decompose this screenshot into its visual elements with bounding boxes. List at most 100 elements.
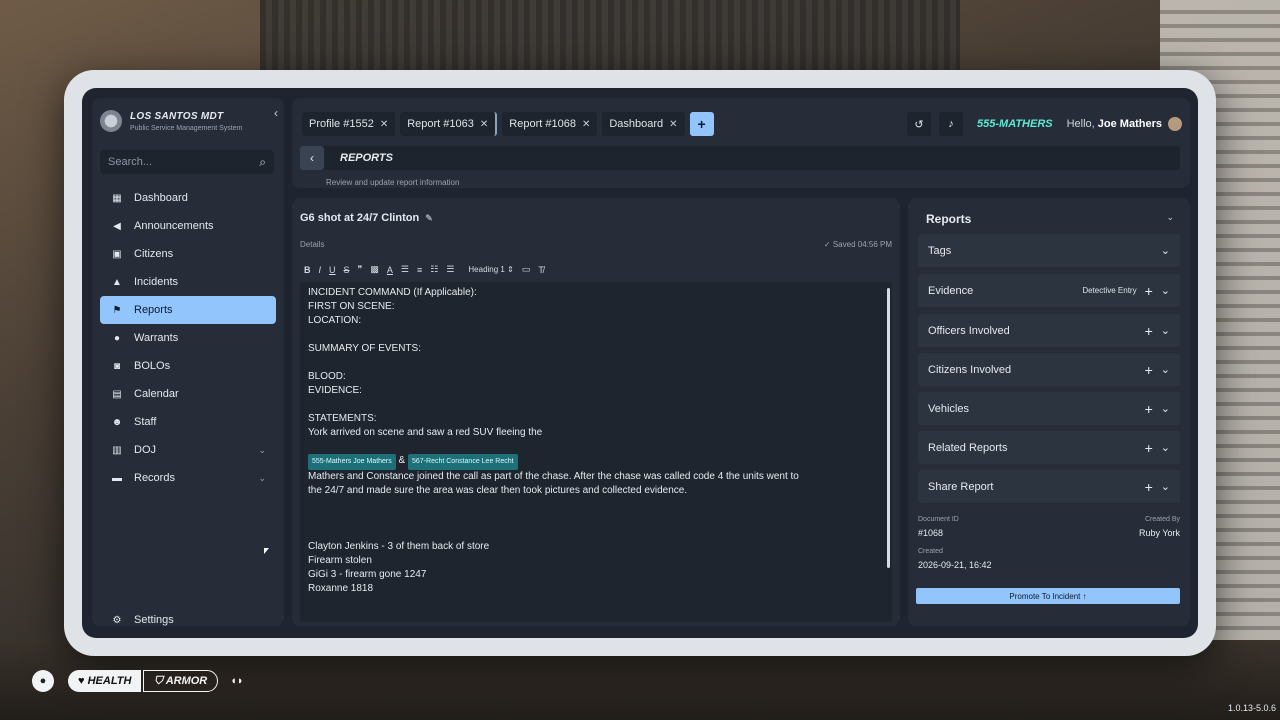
chevron-down-icon[interactable]: ⌄ bbox=[1161, 402, 1170, 415]
section-extra-label[interactable]: Detective Entry bbox=[1082, 286, 1136, 295]
sidebar-nav: ▦ Dashboard ◀ Announcements ▣ Citizens ▲ Inc… bbox=[100, 184, 276, 492]
close-icon[interactable]: ✕ bbox=[669, 119, 677, 130]
sidebar-item-label: Settings bbox=[134, 614, 174, 626]
megaphone-icon: ◀ bbox=[113, 220, 121, 232]
chevron-down-icon[interactable]: ⌄ bbox=[1161, 284, 1170, 297]
app-subtitle: Public Service Management System bbox=[130, 124, 243, 132]
text-color-icon[interactable]: A bbox=[387, 265, 393, 275]
sidebar: LOS SANTOS MDT Public Service Management… bbox=[92, 98, 284, 626]
sidebar-item-label: Staff bbox=[134, 416, 157, 428]
details-label: Details bbox=[300, 240, 325, 249]
page-subtitle: Review and update report information bbox=[326, 178, 460, 187]
sidebar-item-citizens[interactable]: ▣ Citizens bbox=[100, 240, 276, 268]
sidebar-item-bolos[interactable]: ◙ BOLOs bbox=[100, 352, 276, 380]
tab-label: Dashboard bbox=[609, 118, 664, 130]
bullet-list-icon[interactable]: ≡ bbox=[417, 265, 422, 275]
sidebar-item-incidents[interactable]: ▲ Incidents bbox=[100, 268, 276, 296]
mention-tag[interactable]: 567-Recht Constance Lee Recht bbox=[408, 454, 518, 470]
body-line bbox=[308, 398, 884, 412]
body-line bbox=[308, 512, 884, 526]
section-vehicles[interactable]: Vehicles + ⌄ bbox=[918, 392, 1180, 425]
chevron-down-icon[interactable]: ⌄ bbox=[1161, 441, 1170, 454]
highlight-icon[interactable]: ▩ bbox=[370, 264, 379, 275]
chevron-down-icon[interactable]: ⌄ bbox=[1161, 324, 1170, 337]
close-icon[interactable]: ✕ bbox=[582, 119, 590, 130]
tab-dashboard[interactable]: Dashboard ✕ bbox=[602, 112, 685, 136]
clear-format-icon[interactable]: T̸ bbox=[538, 265, 544, 275]
warning-icon: ▲ bbox=[112, 276, 122, 288]
plus-icon[interactable]: + bbox=[1145, 440, 1153, 456]
pencil-icon[interactable]: ✎ bbox=[425, 213, 433, 224]
promote-to-incident-button[interactable]: Promote To Incident ↑ bbox=[916, 588, 1180, 604]
add-tab-button[interactable]: + bbox=[689, 112, 714, 136]
sidebar-item-settings[interactable]: ⚙ Settings bbox=[100, 606, 276, 634]
binoculars-icon: ◙ bbox=[113, 360, 121, 372]
page-title-bar: ‹ REPORTS bbox=[300, 146, 1180, 170]
settings-section: ⚙ Settings bbox=[100, 606, 276, 634]
mention-line: 555-Mathers Joe Mathers & 567-Recht Cons… bbox=[308, 454, 884, 470]
search-input[interactable] bbox=[108, 156, 260, 168]
chevron-left-icon[interactable]: ‹ bbox=[274, 106, 278, 120]
saved-status: ✓ Saved 04:56 PM bbox=[823, 240, 892, 249]
section-evidence[interactable]: Evidence Detective Entry + ⌄ bbox=[918, 274, 1180, 307]
chevron-down-icon[interactable]: ⌄ bbox=[1161, 480, 1170, 493]
mention-joiner: & bbox=[398, 455, 406, 466]
chevron-down-icon[interactable]: ⌄ bbox=[1166, 212, 1174, 223]
section-share-report[interactable]: Share Report + ⌄ bbox=[918, 470, 1180, 503]
body-line: GiGi 3 - firearm gone 1247 bbox=[308, 569, 427, 580]
mention-tag[interactable]: 555-Mathers Joe Mathers bbox=[308, 454, 396, 470]
sidebar-item-calendar[interactable]: ▤ Calendar bbox=[100, 380, 276, 408]
align-icon[interactable]: ☰ bbox=[446, 264, 454, 275]
report-body[interactable]: INCIDENT COMMAND (If Applicable): FIRST O… bbox=[300, 282, 892, 622]
avatar[interactable] bbox=[1168, 117, 1182, 131]
mdt-screen: LOS SANTOS MDT Public Service Management… bbox=[82, 88, 1198, 638]
body-line: LOCATION: bbox=[308, 315, 362, 326]
plus-icon[interactable]: + bbox=[1145, 362, 1153, 378]
underline-icon[interactable]: U bbox=[329, 265, 336, 275]
sidebar-item-announcements[interactable]: ◀ Announcements bbox=[100, 212, 276, 240]
sidebar-item-doj[interactable]: ▥ DOJ ⌄ bbox=[100, 436, 276, 464]
close-icon[interactable]: ✕ bbox=[380, 119, 388, 130]
plus-icon[interactable]: + bbox=[1145, 401, 1153, 417]
quote-icon[interactable]: ❞ bbox=[358, 264, 363, 275]
section-label: Tags bbox=[928, 244, 952, 257]
sidebar-item-staff[interactable]: ☻ Staff bbox=[100, 408, 276, 436]
shield-icon: ⛉ bbox=[154, 674, 166, 687]
history-icon[interactable]: ↺ bbox=[907, 112, 932, 136]
bold-icon[interactable]: B bbox=[304, 265, 311, 275]
table-icon[interactable]: ▭ bbox=[522, 264, 531, 275]
body-line: INCIDENT COMMAND (If Applicable): bbox=[308, 287, 477, 298]
plus-icon[interactable]: + bbox=[1145, 323, 1153, 339]
body-line: STATEMENTS: bbox=[308, 413, 377, 424]
tab-report-1068[interactable]: Report #1068 ✕ bbox=[502, 112, 598, 136]
sidebar-item-warrants[interactable]: ● Warrants bbox=[100, 324, 276, 352]
section-citizens-involved[interactable]: Citizens Involved + ⌄ bbox=[918, 353, 1180, 386]
sidebar-item-records[interactable]: ▬ Records ⌄ bbox=[100, 464, 276, 492]
bank-icon: ▥ bbox=[112, 444, 122, 456]
tab-profile-1552[interactable]: Profile #1552 ✕ bbox=[302, 112, 396, 136]
back-button[interactable]: ‹ bbox=[300, 146, 324, 170]
chevron-down-icon[interactable]: ⌄ bbox=[1161, 244, 1170, 257]
users-gear-icon: ☻ bbox=[111, 416, 123, 428]
strikethrough-icon[interactable]: S bbox=[344, 265, 350, 275]
ordered-list-icon[interactable]: ☷ bbox=[430, 264, 438, 275]
section-tags[interactable]: Tags ⌄ bbox=[918, 234, 1180, 267]
plus-icon[interactable]: + bbox=[1145, 283, 1153, 299]
scrollbar[interactable] bbox=[887, 288, 890, 568]
body-line: Clayton Jenkins - 3 of them back of stor… bbox=[308, 541, 490, 552]
indent-icon[interactable]: ☰ bbox=[401, 264, 409, 275]
heading-select[interactable]: Heading 1 ⇕ bbox=[468, 265, 513, 274]
chevron-down-icon[interactable]: ⌄ bbox=[1161, 363, 1170, 376]
section-officers-involved[interactable]: Officers Involved + ⌄ bbox=[918, 314, 1180, 347]
close-icon[interactable]: ✕ bbox=[480, 119, 488, 130]
tab-strip: Profile #1552 ✕ Report #1063 ✕ Report #106… bbox=[302, 112, 714, 136]
search-icon[interactable]: ⌕ bbox=[259, 155, 266, 170]
plus-icon[interactable]: + bbox=[1145, 479, 1153, 495]
tab-report-1063[interactable]: Report #1063 ✕ bbox=[400, 112, 498, 136]
section-related-reports[interactable]: Related Reports + ⌄ bbox=[918, 431, 1180, 464]
sidebar-item-dashboard[interactable]: ▦ Dashboard bbox=[100, 184, 276, 212]
italic-icon[interactable]: I bbox=[319, 265, 322, 275]
sidebar-item-reports[interactable]: ⚑ Reports bbox=[100, 296, 276, 324]
version-label: 1.0.13-5.0.6 bbox=[1227, 703, 1276, 713]
bell-icon[interactable]: ♪ bbox=[939, 112, 964, 136]
